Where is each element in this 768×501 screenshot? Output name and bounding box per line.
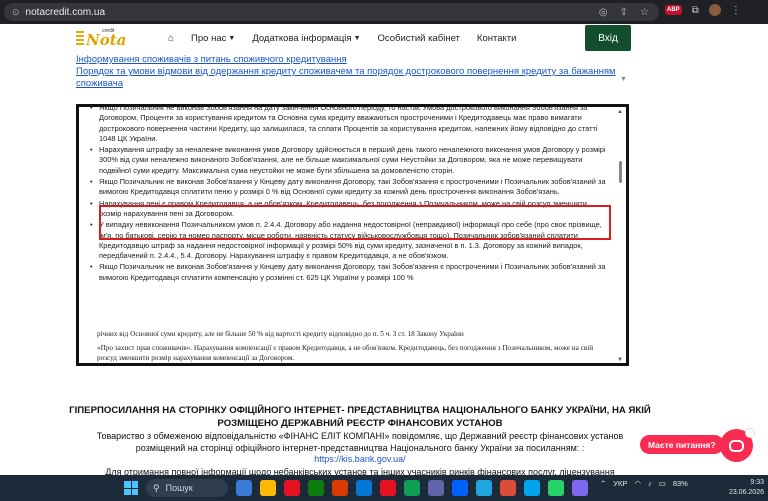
registry-text-cut: Для отримання повної інформації щодо неб… (105, 467, 615, 475)
scroll-down-arrow-icon[interactable]: ▼ (617, 357, 623, 363)
battery-icon[interactable]: ▭ (659, 479, 666, 488)
taskbar-app-icon[interactable] (404, 480, 420, 496)
scrollbar-thumb[interactable] (619, 161, 622, 183)
scroll-up-arrow-icon[interactable]: ▲ (617, 109, 623, 115)
taskbar-clock[interactable]: 9:33 23.06.2026 (728, 478, 764, 498)
bookmark-star-icon[interactable]: ☆ (640, 7, 649, 18)
language-indicator[interactable]: УКР (613, 479, 627, 488)
info-links: Інформування споживачів з питань споживч… (76, 54, 616, 90)
site-info-icon[interactable]: ⊙ (12, 7, 20, 18)
document-text-paragraph: «Про захист прав споживачів». Нарахуванн… (97, 344, 594, 362)
clock-date: 23.06.2026 (728, 489, 764, 496)
eye-off-icon[interactable]: ◎ (599, 7, 608, 18)
menu-item-extra-info[interactable]: Додаткова інформація ▼ (252, 33, 360, 44)
registry-heading: ГІПЕРПОСИЛАННЯ НА СТОРІНКУ ОФІЦІЙНОГО ІН… (69, 405, 651, 429)
search-icon: ⚲ (153, 482, 160, 493)
taskbar-app-icon[interactable] (260, 480, 276, 496)
taskbar-search-label: Пошук (165, 483, 193, 493)
login-button[interactable]: Вхід (585, 25, 631, 51)
taskbar-app-icon[interactable] (452, 480, 468, 496)
link-consumer-info[interactable]: Інформування споживачів з питань споживч… (76, 54, 616, 66)
taskbar-app-icon[interactable] (332, 480, 348, 496)
browser-toolbar: ⊙ notacredit.com.ua ◎ ⇪ ☆ ABP ⧉ ⋮ (0, 0, 768, 24)
document-scrollbar[interactable]: ▲ ▼ (617, 109, 624, 363)
share-icon[interactable]: ⇪ (620, 7, 628, 18)
taskbar-app-icon[interactable] (236, 480, 252, 496)
site-logo[interactable]: Nota credit (76, 27, 126, 51)
chat-bubble-icon (729, 439, 744, 452)
profile-avatar[interactable] (708, 4, 721, 16)
registry-text: Товариство з обмеженою відповідальністю … (96, 431, 624, 453)
logo-bars-icon (76, 31, 84, 47)
chevron-down-icon: ▼ (353, 35, 361, 42)
document-text-line: річних від Основної суми кредиту, але не… (97, 330, 464, 338)
chevron-down-icon: ▼ (228, 35, 236, 42)
taskbar-app-icon[interactable] (284, 480, 300, 496)
wifi-icon[interactable]: ◠ (634, 479, 641, 488)
adblock-extension-icon[interactable]: ABP (665, 5, 682, 15)
system-tray: ⌃ УКР ◠ ♪ ▭ 83% (600, 479, 688, 488)
list-item: Якщо Позичальник не виконав Зобов'язання… (87, 177, 611, 198)
extensions-icon[interactable]: ⧉ (692, 5, 699, 16)
main-menu: ⌂ Про нас ▼ Додаткова інформація ▼ Особи… (168, 33, 516, 44)
taskbar-app-icon[interactable] (572, 480, 588, 496)
highlight-box (99, 205, 611, 240)
menu-item-label: Додаткова інформація (252, 33, 352, 44)
taskbar-app-icon[interactable] (548, 480, 564, 496)
link-refusal-terms[interactable]: Порядок та умови відмови від одержання к… (76, 66, 616, 78)
web-page: Nota credit ⌂ Про нас ▼ Додаткова інформ… (0, 24, 768, 475)
more-menu-icon[interactable]: ⋮ (731, 5, 741, 16)
home-icon[interactable]: ⌂ (168, 33, 174, 44)
link-refusal-terms-cont[interactable]: споживача (76, 78, 616, 90)
list-item: Нарахування штрафу за неналежне виконанн… (87, 145, 611, 176)
terms-list: Якщо Позичальник не виконав Зобов'язання… (87, 107, 611, 283)
logo-subtext: credit (102, 28, 115, 34)
clock-time: 9:33 (750, 479, 764, 486)
list-item: Якщо Позичальник не виконав Зобов'язання… (87, 107, 611, 144)
chat-prompt-pill[interactable]: Маєте питання? (640, 435, 724, 454)
nbu-registry-link[interactable]: https://kis.bank.gov.ua/ (80, 454, 640, 464)
list-item: Якщо Позичальник не виконав Зобов'язання… (87, 262, 611, 283)
taskbar-app-icon[interactable] (308, 480, 324, 496)
taskbar-app-icon[interactable] (476, 480, 492, 496)
taskbar-search[interactable]: ⚲ Пошук (146, 479, 228, 497)
taskbar-app-icon[interactable] (380, 480, 396, 496)
taskbar-apps (236, 480, 588, 496)
menu-item-contacts[interactable]: Контакти (477, 33, 517, 44)
menu-item-about[interactable]: Про нас ▼ (191, 33, 235, 44)
volume-icon[interactable]: ♪ (648, 479, 652, 488)
document-viewer: Якщо Позичальник не виконав Зобов'язання… (76, 104, 629, 366)
address-url[interactable]: notacredit.com.ua (26, 7, 106, 18)
site-header: Nota credit ⌂ Про нас ▼ Додаткова інформ… (0, 24, 768, 54)
taskbar-app-icon[interactable] (500, 480, 516, 496)
taskbar-app-icon[interactable] (356, 480, 372, 496)
windows-taskbar: ⚲ Пошук ⌃ УКР ◠ ♪ ▭ 83% 9:33 23.06.2026 (0, 475, 768, 501)
address-bar[interactable]: ⊙ notacredit.com.ua ◎ ⇪ ☆ (4, 3, 659, 21)
chat-badge (745, 428, 755, 438)
taskbar-app-icon[interactable] (524, 480, 540, 496)
taskbar-app-icon[interactable] (428, 480, 444, 496)
windows-start-icon[interactable] (124, 481, 138, 495)
menu-item-cabinet[interactable]: Особистий кабінет (378, 33, 460, 44)
battery-percent: 83% (672, 479, 688, 488)
menu-item-label: Про нас (191, 33, 227, 44)
scroll-down-arrow-icon[interactable]: ▼ (620, 76, 627, 83)
tray-chevron-icon[interactable]: ⌃ (600, 479, 606, 488)
